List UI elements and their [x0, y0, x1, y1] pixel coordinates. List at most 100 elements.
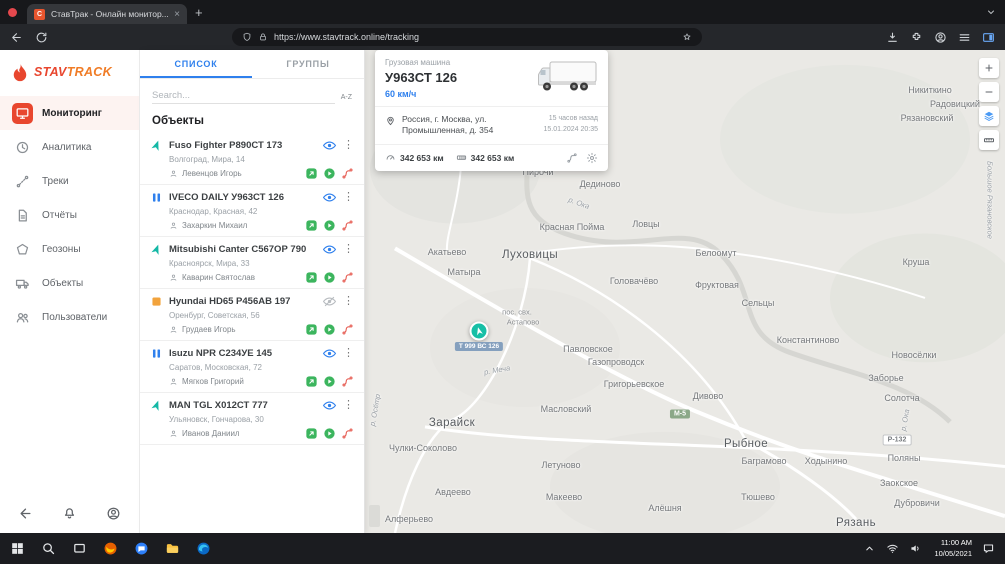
extensions-icon[interactable] — [910, 31, 923, 44]
vehicle-address: Саратов, Московская, 72 — [169, 363, 354, 372]
map-place-label: Баграмово — [741, 456, 786, 466]
refresh-icon[interactable] — [35, 31, 48, 44]
connection-icon[interactable] — [305, 375, 318, 388]
connection-icon[interactable] — [305, 271, 318, 284]
zoom-in-button[interactable] — [979, 58, 999, 78]
kebab-menu-icon[interactable]: ⋮ — [343, 400, 354, 411]
connection-icon[interactable] — [305, 167, 318, 180]
measure-button[interactable] — [979, 130, 999, 150]
route-icon[interactable] — [341, 427, 354, 440]
sidebar-item-objects[interactable]: Объекты — [0, 266, 139, 300]
side-panel-icon[interactable] — [982, 31, 995, 44]
url-bar[interactable]: https://www.stavtrack.online/tracking — [232, 28, 702, 46]
sort-az-button[interactable]: A-Z — [341, 94, 352, 104]
connection-icon[interactable] — [305, 219, 318, 232]
route-icon[interactable] — [341, 167, 354, 180]
vehicle-type-label: Грузовая машина — [385, 58, 534, 67]
popup-settings-icon[interactable] — [586, 152, 598, 164]
vehicle-marker[interactable] — [470, 322, 489, 341]
map[interactable]: НикиткиноРадовицкийРязановскийСергиевски… — [365, 50, 1005, 533]
kebab-menu-icon[interactable]: ⋮ — [343, 192, 354, 203]
back-icon[interactable] — [10, 31, 23, 44]
vehicle-name: Isuzu NPR С234УЕ 145 — [169, 348, 316, 359]
lock-icon — [258, 32, 268, 42]
vehicle-list-item[interactable]: Hyundai HD65 Р456АВ 197 ⋮ Оренбург, Сове… — [140, 289, 364, 341]
show-track-icon[interactable] — [566, 152, 578, 164]
browser-menu-icon[interactable] — [958, 31, 971, 44]
vehicle-list-item[interactable]: IVECO DAILY У963СТ 126 ⋮ Краснодар, Крас… — [140, 185, 364, 237]
notifications-bell-icon[interactable] — [62, 506, 77, 521]
vehicle-list-item[interactable]: Isuzu NPR С234УЕ 145 ⋮ Саратов, Московск… — [140, 341, 364, 393]
window-close-button[interactable] — [8, 8, 17, 17]
connection-icon[interactable] — [305, 427, 318, 440]
shield-icon[interactable] — [242, 32, 252, 42]
visibility-eye-icon[interactable] — [322, 398, 337, 413]
notification-center-icon[interactable] — [982, 542, 995, 555]
sidebar-item-analytics[interactable]: Аналитика — [0, 130, 139, 164]
task-view-button[interactable] — [72, 541, 87, 556]
downloads-icon[interactable] — [886, 31, 899, 44]
map-place-label: Макеево — [546, 492, 582, 502]
play-icon[interactable] — [323, 167, 336, 180]
connection-icon[interactable] — [305, 323, 318, 336]
kebab-menu-icon[interactable]: ⋮ — [343, 348, 354, 359]
tab-close-icon[interactable]: × — [174, 9, 180, 20]
start-button[interactable] — [10, 541, 25, 556]
firefox-app-icon[interactable] — [103, 541, 118, 556]
search-input[interactable] — [152, 88, 335, 104]
browser-tab[interactable]: С СтавТрак - Онлайн монитор... × — [27, 4, 187, 24]
chat-app-icon[interactable] — [134, 541, 149, 556]
map-attribution[interactable] — [369, 505, 380, 527]
vehicle-list-item[interactable]: Fuso Fighter Р890СТ 173 ⋮ Волгоград, Мир… — [140, 133, 364, 185]
tab-list[interactable]: СПИСОК — [140, 50, 252, 78]
map-place-label: Луховицы — [502, 249, 558, 261]
account-icon[interactable] — [106, 506, 121, 521]
sidebar-item-geozones[interactable]: Геозоны — [0, 232, 139, 266]
new-tab-button[interactable]: + — [195, 5, 203, 20]
sidebar-item-tracks[interactable]: Треки — [0, 164, 139, 198]
route-icon[interactable] — [341, 323, 354, 336]
play-icon[interactable] — [323, 219, 336, 232]
network-icon[interactable] — [886, 542, 899, 555]
play-icon[interactable] — [323, 375, 336, 388]
layers-button[interactable] — [979, 106, 999, 126]
visibility-eye-icon[interactable] — [322, 190, 337, 205]
volume-icon[interactable] — [909, 542, 922, 555]
play-icon[interactable] — [323, 271, 336, 284]
vehicle-list-item[interactable]: Mitsubishi Canter С567ОР 790 ⋮ Красноярс… — [140, 237, 364, 289]
tab-groups[interactable]: ГРУППЫ — [252, 50, 364, 78]
visibility-eye-icon[interactable] — [322, 346, 337, 361]
taskbar-clock[interactable]: 11:00 AM 10/05/2021 — [934, 538, 972, 558]
bookmark-star-icon[interactable] — [682, 32, 692, 42]
taskbar-search-button[interactable] — [41, 541, 56, 556]
paused-status-icon — [150, 347, 163, 360]
browser-profile-icon[interactable] — [934, 31, 947, 44]
visibility-eye-icon[interactable] — [322, 294, 337, 309]
sidebar-item-reports[interactable]: Отчёты — [0, 198, 139, 232]
visibility-eye-icon[interactable] — [322, 242, 337, 257]
kebab-menu-icon[interactable]: ⋮ — [343, 244, 354, 255]
play-icon[interactable] — [323, 427, 336, 440]
tracks-icon — [12, 171, 33, 192]
vehicle-list-item[interactable]: MAN TGL Х012СТ 777 ⋮ Ульяновск, Гончаров… — [140, 393, 364, 445]
route-icon[interactable] — [341, 271, 354, 284]
url-text[interactable]: https://www.stavtrack.online/tracking — [274, 32, 676, 42]
play-icon[interactable] — [323, 323, 336, 336]
route-icon[interactable] — [341, 219, 354, 232]
tray-expand-icon[interactable] — [863, 542, 876, 555]
file-explorer-icon[interactable] — [165, 541, 180, 556]
zoom-out-button[interactable] — [979, 82, 999, 102]
map-place-label: пос. свх. — [502, 308, 532, 317]
visibility-eye-icon[interactable] — [322, 138, 337, 153]
route-icon[interactable] — [341, 375, 354, 388]
kebab-menu-icon[interactable]: ⋮ — [343, 296, 354, 307]
sidebar-item-users[interactable]: Пользователи — [0, 300, 139, 334]
tab-list-chevron-icon[interactable] — [985, 6, 997, 18]
map-place-label: Красная Пойма — [540, 222, 605, 232]
parked-status-icon — [150, 295, 163, 308]
collapse-sidebar-icon[interactable] — [18, 506, 33, 521]
edge-app-icon[interactable] — [196, 541, 211, 556]
sidebar-item-monitoring[interactable]: Мониторинг — [0, 96, 139, 130]
logo-text: STAVTRACK — [34, 65, 112, 79]
kebab-menu-icon[interactable]: ⋮ — [343, 140, 354, 151]
